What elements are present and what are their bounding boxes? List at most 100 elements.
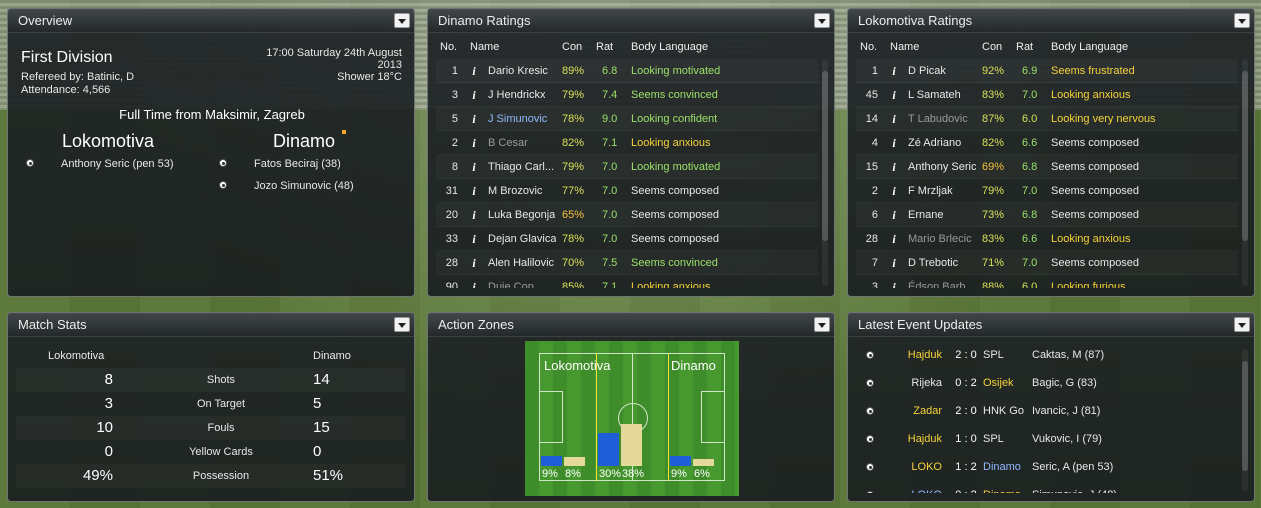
player-row[interactable]: 6 i Ernane 73% 6.8 Seems composed xyxy=(856,203,1238,227)
competition-name[interactable]: First Division xyxy=(21,49,113,67)
event-detail[interactable]: Caktas, M (87) xyxy=(1032,341,1104,369)
player-row[interactable]: 7i D Trebotic 71% 7.0 Seems composed xyxy=(856,251,1238,275)
chevron-down-icon[interactable] xyxy=(814,317,830,332)
info-icon[interactable]: i xyxy=(469,155,479,179)
event-home-team[interactable]: Rijeka xyxy=(876,369,942,397)
event-away-team[interactable]: SPL xyxy=(983,425,1004,453)
event-detail[interactable]: Vukovic, I (79) xyxy=(1032,425,1102,453)
chevron-down-icon[interactable] xyxy=(394,13,410,28)
info-icon[interactable]: i xyxy=(469,83,479,107)
chevron-down-icon[interactable] xyxy=(814,13,830,28)
player-name[interactable]: Édson Barb... xyxy=(908,275,975,288)
player-row[interactable]: 3 i Édson Barb... 88% 6.0 Looking furious xyxy=(856,275,1238,288)
event-away-team[interactable]: SPL xyxy=(983,341,1004,369)
event-home-team[interactable]: Hajduk xyxy=(876,341,942,369)
player-row[interactable]: 90 i Duje Cop 85% 7.1 Looking anxious xyxy=(436,275,818,288)
col-body-language[interactable]: Body Language xyxy=(631,41,708,53)
event-row[interactable]: Hajduk 1 : 0 SPL Vukovic, I (79) xyxy=(856,425,1238,453)
col-con[interactable]: Con xyxy=(562,41,582,53)
event-home-team[interactable]: LOKO xyxy=(876,453,942,481)
info-icon[interactable]: i xyxy=(469,251,479,275)
info-icon[interactable]: i xyxy=(889,83,899,107)
event-row[interactable]: LOKO 0 : 2Dinamo Simunovic, J (48) xyxy=(856,481,1238,493)
info-icon[interactable]: i xyxy=(469,203,479,227)
player-name[interactable]: Thiago Carl... xyxy=(488,155,554,179)
col-body-language[interactable]: Body Language xyxy=(1051,41,1128,53)
player-name[interactable]: D Picak xyxy=(908,59,946,83)
player-row[interactable]: 1 i Dario Kresic 89% 6.8 Looking motivated xyxy=(436,59,818,83)
info-icon[interactable]: i xyxy=(889,107,899,131)
away-scorer[interactable]: Fatos Beciraj (38) xyxy=(254,158,341,170)
col-rat[interactable]: Rat xyxy=(1016,41,1033,53)
info-icon[interactable]: i xyxy=(889,251,899,275)
info-icon[interactable]: i xyxy=(889,131,899,155)
scrollbar[interactable] xyxy=(822,59,828,286)
info-icon[interactable]: i xyxy=(469,227,479,251)
event-home-team[interactable]: LOKO xyxy=(876,481,942,493)
player-row[interactable]: 1i D Picak 92% 6.9 Seems frustrated xyxy=(856,59,1238,83)
chevron-down-icon[interactable] xyxy=(1234,13,1250,28)
player-row[interactable]: 28 i Mario Brlecic 83% 6.6 Looking anxious xyxy=(856,227,1238,251)
event-row[interactable]: LOKO 1 : 2 Dinamo Seric, A (pen 53) xyxy=(856,453,1238,481)
player-name[interactable]: B Cesar xyxy=(488,131,528,155)
player-name[interactable]: F Mrzljak xyxy=(908,179,953,203)
player-name[interactable]: Alen Halilovic xyxy=(488,251,554,275)
player-row[interactable]: 3i J Hendrickx 79% 7.4 Seems convinced xyxy=(436,83,818,107)
info-icon[interactable]: i xyxy=(889,59,899,83)
player-row[interactable]: 15 i Anthony Seric 69% 6.8 Seems composed xyxy=(856,155,1238,179)
event-away-team[interactable]: Osijek xyxy=(983,369,1014,397)
chevron-down-icon[interactable] xyxy=(1234,317,1250,332)
event-detail[interactable]: Bagic, G (83) xyxy=(1032,369,1097,397)
player-name[interactable]: Luka Begonja xyxy=(488,203,555,227)
home-scorer[interactable]: Anthony Seric (pen 53) xyxy=(61,158,174,170)
home-team-name[interactable]: Lokomotiva xyxy=(62,131,154,152)
player-row[interactable]: 8 i Thiago Carl... 79% 7.0 Looking motivated xyxy=(436,155,818,179)
event-away-team[interactable]: HNK Go xyxy=(983,397,1024,425)
event-detail[interactable]: Simunovic, J (48) xyxy=(1032,481,1117,493)
info-icon[interactable]: i xyxy=(469,107,479,131)
event-home-team[interactable]: Hajduk xyxy=(876,425,942,453)
info-icon[interactable]: i xyxy=(889,155,899,179)
col-name[interactable]: Name xyxy=(470,41,499,53)
scrollbar-thumb[interactable] xyxy=(1242,71,1248,241)
player-name[interactable]: T Labudovic xyxy=(908,107,968,131)
player-name[interactable]: J Hendrickx xyxy=(488,83,545,107)
player-name[interactable]: Dejan Glavica xyxy=(488,227,556,251)
player-row[interactable]: 2i B Cesar 82% 7.1 Looking anxious xyxy=(436,131,818,155)
player-row[interactable]: 2i F Mrzljak 79% 7.0 Seems composed xyxy=(856,179,1238,203)
info-icon[interactable]: i xyxy=(469,275,479,288)
player-row[interactable]: 14 i T Labudovic 87% 6.0 Looking very nervous xyxy=(856,107,1238,131)
player-name[interactable]: Zé Adriano xyxy=(908,131,961,155)
event-row[interactable]: Rijeka 0 : 2 Osijek Bagic, G (83) xyxy=(856,369,1238,397)
chevron-down-icon[interactable] xyxy=(394,317,410,332)
info-icon[interactable]: i xyxy=(469,131,479,155)
event-away-team[interactable]: Dinamo xyxy=(983,453,1021,481)
player-name[interactable]: Duje Cop xyxy=(488,275,534,288)
player-row[interactable]: 28 i Alen Halilovic 70% 7.5 Seems convinced xyxy=(436,251,818,275)
event-row[interactable]: Zadar 2 : 0 HNK Go Ivancic, J (81) xyxy=(856,397,1238,425)
player-name[interactable]: Dario Kresic xyxy=(488,59,548,83)
info-icon[interactable]: i xyxy=(889,275,899,288)
player-name[interactable]: Mario Brlecic xyxy=(908,227,972,251)
player-name[interactable]: Ernane xyxy=(908,203,943,227)
event-row[interactable]: Hajduk 2 : 0 SPL Caktas, M (87) xyxy=(856,341,1238,369)
col-no[interactable]: No. xyxy=(860,41,877,53)
player-name[interactable]: D Trebotic xyxy=(908,251,958,275)
scrollbar-thumb[interactable] xyxy=(1242,361,1248,471)
event-detail[interactable]: Ivancic, J (81) xyxy=(1032,397,1100,425)
info-icon[interactable]: i xyxy=(889,203,899,227)
info-icon[interactable]: i xyxy=(889,227,899,251)
player-row[interactable]: 31 i M Brozovic 77% 7.0 Seems composed xyxy=(436,179,818,203)
away-team-name[interactable]: Dinamo xyxy=(273,131,335,152)
player-row[interactable]: 45 i L Samateh 83% 7.0 Looking anxious xyxy=(856,83,1238,107)
player-name[interactable]: J Simunovic xyxy=(488,107,547,131)
info-icon[interactable]: i xyxy=(889,179,899,203)
scrollbar[interactable] xyxy=(1242,349,1248,491)
scrollbar-thumb[interactable] xyxy=(822,71,828,241)
player-name[interactable]: M Brozovic xyxy=(488,179,542,203)
player-row[interactable]: 33 i Dejan Glavica 78% 7.0 Seems composed xyxy=(436,227,818,251)
player-row[interactable]: 5i J Simunovic 78% 9.0 Looking confident xyxy=(436,107,818,131)
col-rat[interactable]: Rat xyxy=(596,41,613,53)
player-row[interactable]: 4 i Zé Adriano 82% 6.6 Seems composed xyxy=(856,131,1238,155)
event-away-team[interactable]: Dinamo xyxy=(983,481,1021,493)
